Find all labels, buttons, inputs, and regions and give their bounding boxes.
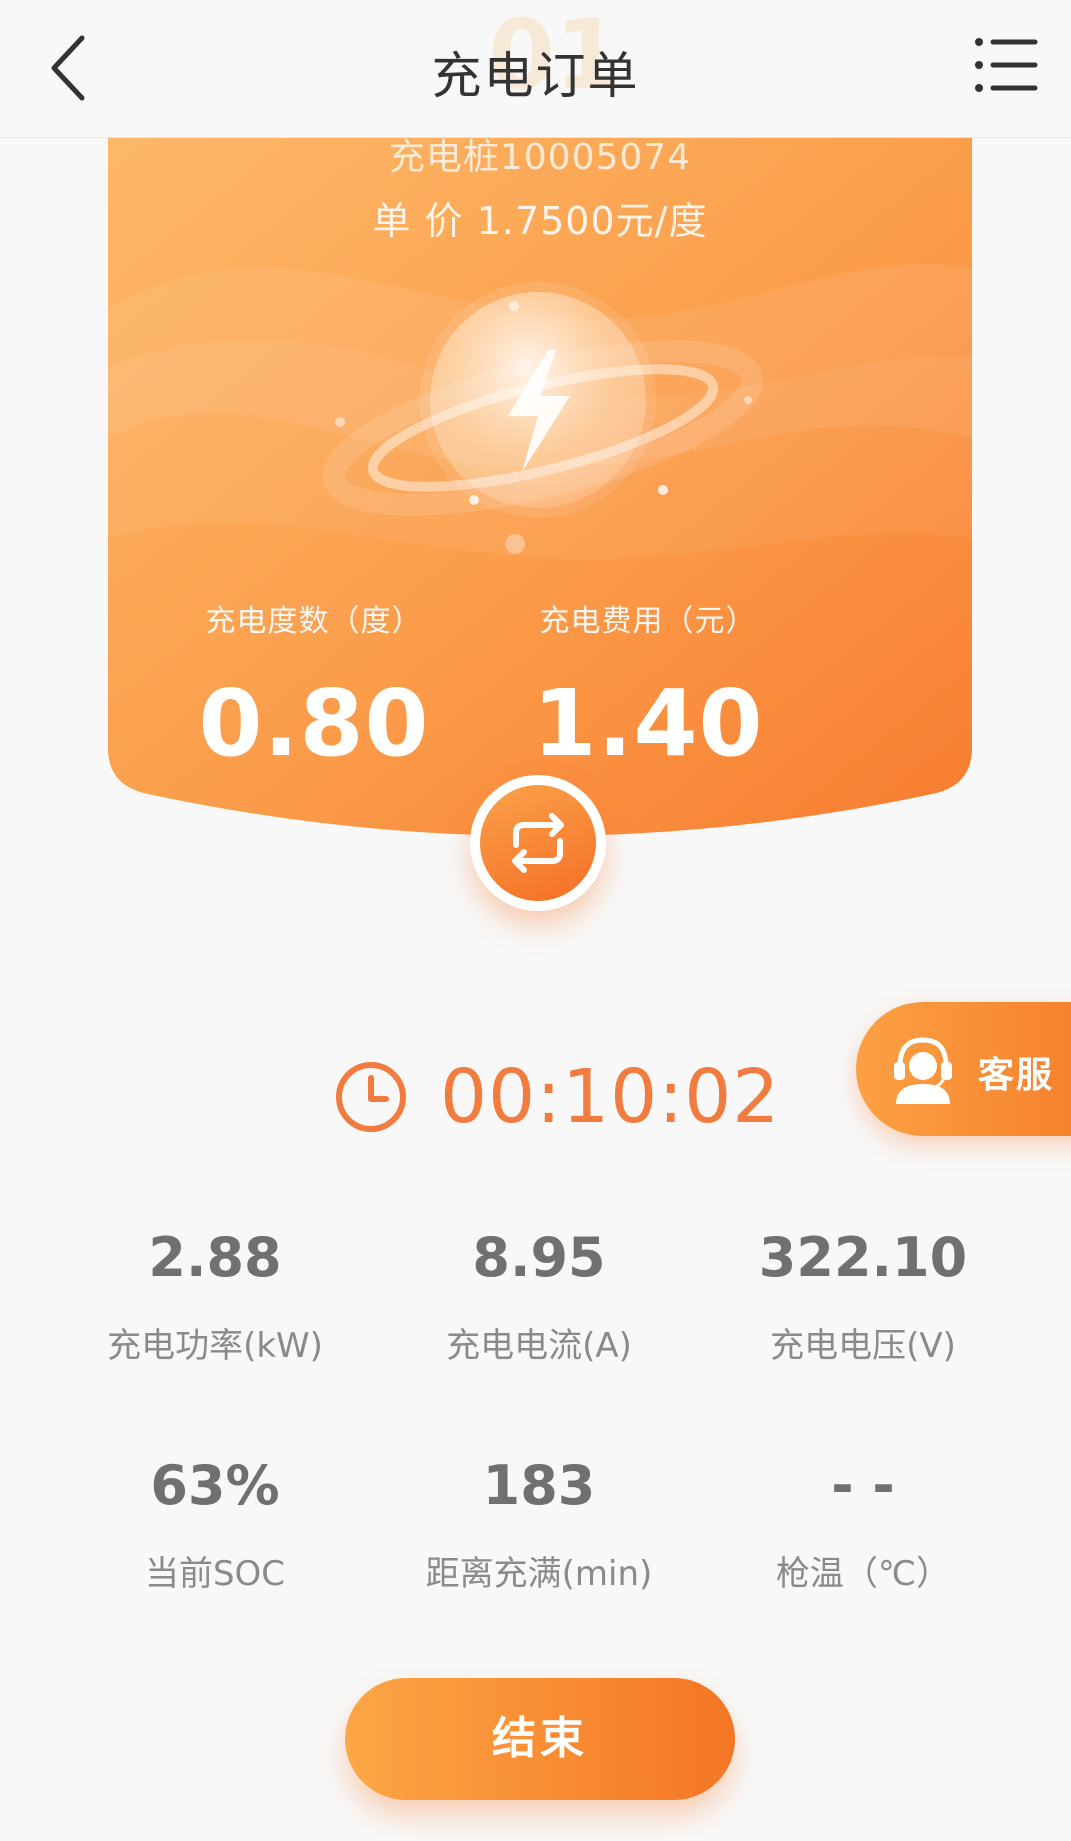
- metric-value: 8.95: [472, 1226, 606, 1289]
- headset-agent-icon: [894, 1037, 952, 1104]
- metric-label: 充电电压(V): [770, 1326, 956, 1366]
- cost-label: 充电费用（元）: [539, 604, 757, 639]
- metric-label: 充电电流(A): [446, 1326, 632, 1366]
- clock-icon: [336, 1062, 406, 1132]
- energy-value: 0.80: [198, 670, 430, 777]
- elapsed-timer: 00:10:02: [334, 1052, 779, 1142]
- metric-value: - -: [831, 1454, 895, 1517]
- metric-value: 183: [482, 1454, 596, 1517]
- top-nav-bar: 01 充电订单: [0, 0, 1071, 138]
- metric-label: 距离充满(min): [425, 1554, 653, 1594]
- metric-soc: 63% 当前SOC: [50, 1454, 380, 1595]
- cost-stat: 充电费用（元） 1.40: [488, 596, 808, 777]
- cost-value: 1.40: [532, 670, 764, 777]
- metric-label: 枪温（℃）: [775, 1554, 951, 1594]
- charging-order-screen: 01 充电订单 充电桩10005074 单 价 1.7500元/度 充电度数（度…: [0, 0, 1071, 1841]
- energy-label: 充电度数（度）: [205, 604, 423, 639]
- charging-summary-card: 充电桩10005074 单 价 1.7500元/度 充电度数（度） 0.80 充…: [108, 137, 972, 850]
- refresh-button-fill: [480, 785, 596, 901]
- energy-stat: 充电度数（度） 0.80: [154, 596, 474, 777]
- customer-service-label: 客服: [978, 1055, 1055, 1096]
- metric-current: 8.95 充电电流(A): [374, 1226, 704, 1367]
- metric-time-to-full: 183 距离充满(min): [374, 1454, 704, 1595]
- metric-voltage: 322.10 充电电压(V): [698, 1226, 1028, 1367]
- customer-service-button[interactable]: 客服: [856, 1002, 1071, 1136]
- metric-value: 63%: [150, 1454, 280, 1517]
- page-title: 充电订单: [431, 47, 640, 105]
- metric-label: 充电功率(kW): [107, 1326, 323, 1366]
- metric-gun-temperature: - - 枪温（℃）: [698, 1454, 1028, 1595]
- metric-label: 当前SOC: [144, 1554, 286, 1594]
- refresh-button[interactable]: [470, 775, 606, 911]
- metric-power: 2.88 充电功率(kW): [50, 1226, 380, 1367]
- unit-price: 单 价 1.7500元/度: [372, 199, 708, 243]
- refresh-cycle-icon: [512, 813, 564, 873]
- elapsed-time: 00:10:02: [440, 1054, 781, 1140]
- end-charging-button[interactable]: 结束: [345, 1678, 735, 1800]
- metric-value: 322.10: [758, 1226, 968, 1289]
- metric-value: 2.88: [148, 1226, 282, 1289]
